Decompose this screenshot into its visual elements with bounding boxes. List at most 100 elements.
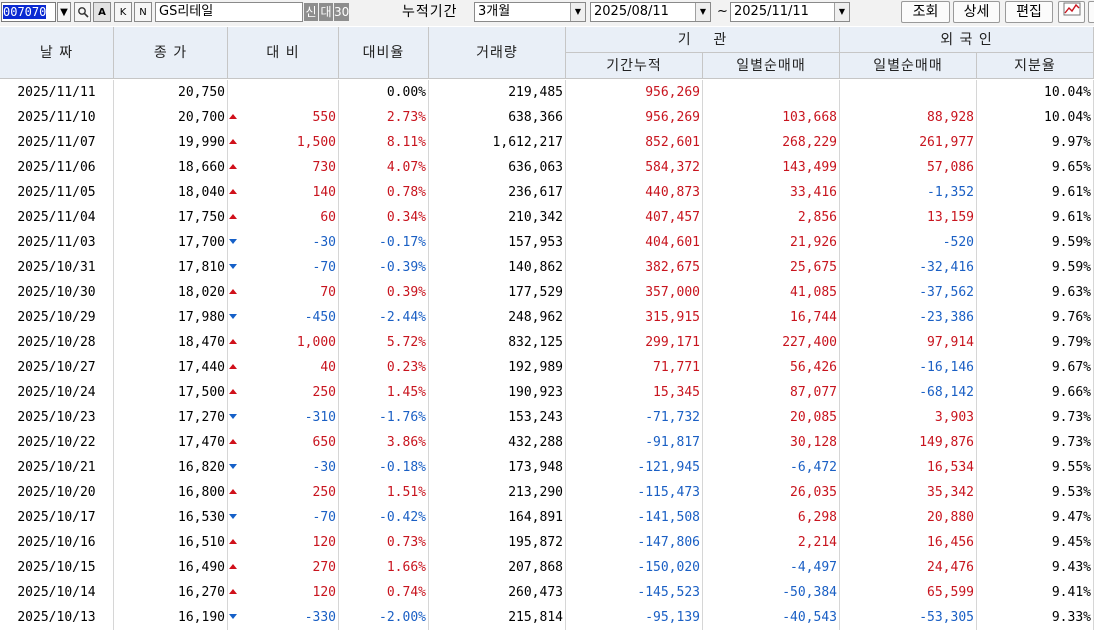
edit-button[interactable]: 편집 xyxy=(1005,1,1053,23)
period-select[interactable]: 3개월 ▼ xyxy=(474,2,586,22)
cell-change: -30 xyxy=(228,455,339,480)
col-header-change-rate[interactable]: 대비율 xyxy=(339,27,429,79)
cell-volume: 636,063 xyxy=(429,155,566,180)
cell-inst-cum: -145,523 xyxy=(566,580,703,605)
cell-inst-daily: 227,400 xyxy=(703,330,840,355)
table-row[interactable]: 2025/10/27 17,440 40 0.23% 192,989 71,771 56,4… xyxy=(0,355,1094,380)
btn-n[interactable]: N xyxy=(134,2,152,22)
col-header-change[interactable]: 대 비 xyxy=(228,27,339,79)
cell-change: 40 xyxy=(228,355,339,380)
badge-30[interactable]: 30 xyxy=(334,3,349,21)
table-row[interactable]: 2025/10/15 16,490 270 1.66% 207,868 -150,020-… xyxy=(0,555,1094,580)
table-row[interactable]: 2025/11/10 20,700 550 2.73% 638,366 956,269 10… xyxy=(0,105,1094,130)
cell-close: 18,020 xyxy=(114,280,228,305)
cell-inst-cum: -71,732 xyxy=(566,405,703,430)
col-header-inst-daily[interactable]: 일별순매매 xyxy=(703,53,840,79)
cell-volume: 190,923 xyxy=(429,380,566,405)
cell-change: -30 xyxy=(228,230,339,255)
cell-change: 250 xyxy=(228,380,339,405)
cell-inst-cum: 440,873 xyxy=(566,180,703,205)
end-date-picker[interactable]: 2025/11/11 ▼ xyxy=(730,2,850,22)
search-button[interactable] xyxy=(74,2,91,22)
col-header-foreign-ratio[interactable]: 지분율 xyxy=(977,53,1094,79)
cell-date: 2025/11/11 xyxy=(0,80,114,105)
start-date-picker[interactable]: 2025/08/11 ▼ xyxy=(590,2,711,22)
date-range-separator: ~ xyxy=(717,4,728,19)
table-row[interactable]: 2025/10/17 16,530 -70 -0.42% 164,891 -141,508… xyxy=(0,505,1094,530)
cell-volume: 236,617 xyxy=(429,180,566,205)
down-arrow-icon xyxy=(229,464,237,469)
down-arrow-icon xyxy=(229,314,237,319)
cell-inst-cum: 357,000 xyxy=(566,280,703,305)
stock-name-text: GS리테일 xyxy=(159,4,214,19)
col-header-date[interactable]: 날 짜 xyxy=(0,27,114,79)
table-row[interactable]: 2025/11/06 18,660 730 4.07% 636,063 584,372 14… xyxy=(0,155,1094,180)
table-row[interactable]: 2025/11/04 17,750 60 0.34% 210,342 407,457 2,8… xyxy=(0,205,1094,230)
cell-date: 2025/10/14 xyxy=(0,580,114,605)
table-row[interactable]: 2025/10/16 16,510 120 0.73% 195,872 -147,806 2… xyxy=(0,530,1094,555)
cell-volume: 157,953 xyxy=(429,230,566,255)
cell-close: 17,500 xyxy=(114,380,228,405)
cell-ratio: 9.41% xyxy=(977,580,1094,605)
cell-change: 60 xyxy=(228,205,339,230)
chevron-down-icon: ▼ xyxy=(570,3,585,21)
stock-name-field[interactable]: GS리테일 xyxy=(155,2,303,22)
up-arrow-icon xyxy=(229,489,237,494)
up-arrow-icon xyxy=(229,389,237,394)
chevron-down-icon: ▼ xyxy=(695,3,710,21)
table-row[interactable]: 2025/10/28 18,470 1,000 5.72% 832,125 299,171… xyxy=(0,330,1094,355)
up-arrow-icon xyxy=(229,564,237,569)
cell-close: 18,660 xyxy=(114,155,228,180)
table-row[interactable]: 2025/10/22 17,470 650 3.86% 432,288 -91,817 30… xyxy=(0,430,1094,455)
col-header-volume[interactable]: 거래량 xyxy=(429,27,566,79)
cell-change: -70 xyxy=(228,255,339,280)
table-row[interactable]: 2025/11/07 19,990 1,500 8.11% 1,612,217 852,6… xyxy=(0,130,1094,155)
loan-badge[interactable]: 대 xyxy=(319,3,333,21)
cell-ratio: 9.97% xyxy=(977,130,1094,155)
chart-button[interactable] xyxy=(1058,1,1085,23)
more-button[interactable] xyxy=(1088,1,1094,23)
detail-button[interactable]: 상세 xyxy=(953,1,1000,23)
table-row[interactable]: 2025/10/24 17,500 250 1.45% 190,923 15,345 87,… xyxy=(0,380,1094,405)
stock-code-input[interactable]: 007070 xyxy=(1,2,56,22)
up-arrow-icon xyxy=(229,289,237,294)
cell-ratio: 9.59% xyxy=(977,230,1094,255)
cell-volume: 177,529 xyxy=(429,280,566,305)
cell-volume: 207,868 xyxy=(429,555,566,580)
table-row[interactable]: 2025/10/14 16,270 120 0.74% 260,473 -145,523-… xyxy=(0,580,1094,605)
btn-k[interactable]: K xyxy=(114,2,132,22)
credit-badge[interactable]: 신 xyxy=(304,3,318,21)
col-header-close[interactable]: 종 가 xyxy=(114,27,228,79)
down-arrow-icon xyxy=(229,264,237,269)
cell-rate: 0.73% xyxy=(339,530,429,555)
code-dropdown-button[interactable]: ▼ xyxy=(57,2,71,22)
cell-inst-daily: 268,229 xyxy=(703,130,840,155)
up-arrow-icon xyxy=(229,589,237,594)
table-row[interactable]: 2025/10/29 17,980 -450 -2.44% 248,962 315,915… xyxy=(0,305,1094,330)
cell-close: 16,530 xyxy=(114,505,228,530)
col-header-foreign-daily[interactable]: 일별순매매 xyxy=(840,53,977,79)
query-button[interactable]: 조회 xyxy=(901,1,950,23)
cell-rate: 8.11% xyxy=(339,130,429,155)
cell-inst-cum: 299,171 xyxy=(566,330,703,355)
cell-change: 1,000 xyxy=(228,330,339,355)
table-row[interactable]: 2025/10/23 17,270 -310 -1.76% 153,243 -71,732… xyxy=(0,405,1094,430)
table-row[interactable]: 2025/10/13 16,190 -330 -2.00% 215,814 -95,139… xyxy=(0,605,1094,630)
cell-rate: -2.00% xyxy=(339,605,429,630)
cell-ratio: 9.63% xyxy=(977,280,1094,305)
table-row[interactable]: 2025/10/30 18,020 70 0.39% 177,529 357,000 41,… xyxy=(0,280,1094,305)
table-row[interactable]: 2025/10/21 16,820 -30 -0.18% 173,948 -121,945… xyxy=(0,455,1094,480)
table-row[interactable]: 2025/11/11 20,750 0.00% 219,485 956,269 10.04… xyxy=(0,80,1094,105)
cell-for-daily: -16,146 xyxy=(840,355,977,380)
cell-ratio: 9.66% xyxy=(977,380,1094,405)
up-arrow-icon xyxy=(229,439,237,444)
cell-inst-daily: 30,128 xyxy=(703,430,840,455)
table-row[interactable]: 2025/10/31 17,810 -70 -0.39% 140,862 382,675 2… xyxy=(0,255,1094,280)
table-row[interactable]: 2025/10/20 16,800 250 1.51% 213,290 -115,473 2… xyxy=(0,480,1094,505)
cell-for-daily: 3,903 xyxy=(840,405,977,430)
table-row[interactable]: 2025/11/03 17,700 -30 -0.17% 157,953 404,601 2… xyxy=(0,230,1094,255)
btn-a[interactable]: A xyxy=(93,2,111,22)
down-arrow-icon xyxy=(229,239,237,244)
col-header-inst-cum[interactable]: 기간누적 xyxy=(566,53,703,79)
table-row[interactable]: 2025/11/05 18,040 140 0.78% 236,617 440,873 33… xyxy=(0,180,1094,205)
